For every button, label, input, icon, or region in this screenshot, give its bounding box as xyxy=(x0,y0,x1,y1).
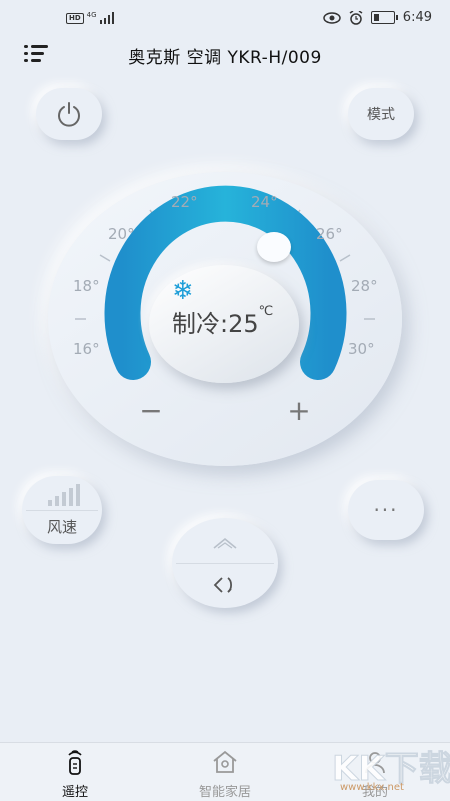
tick-16: 16° xyxy=(73,340,100,358)
status-bar: HD 4G 6:49 xyxy=(0,0,450,40)
home-icon xyxy=(213,750,237,773)
decrease-temp-button[interactable]: − xyxy=(138,396,164,426)
mode-temperature-readout: 制冷:25℃ xyxy=(172,304,274,338)
wind-speed-button[interactable]: 风速 xyxy=(22,476,102,544)
tick-22: 22° xyxy=(171,193,198,211)
hd-badge: HD xyxy=(66,12,84,24)
temperature-slider-handle[interactable] xyxy=(257,232,291,262)
status-left: HD 4G xyxy=(66,11,114,24)
swing-up-icon[interactable] xyxy=(210,534,240,552)
temperature-value: 25 xyxy=(228,310,259,338)
signal-icon xyxy=(99,12,114,24)
battery-icon xyxy=(370,11,398,24)
swing-direction-icon[interactable] xyxy=(212,574,238,596)
tab-remote-label: 遥控 xyxy=(61,785,88,800)
wind-bars-icon xyxy=(48,484,80,506)
alarm-icon xyxy=(349,10,363,25)
header: 奥克斯 空调 YKR-H/009 xyxy=(0,40,450,70)
tick-24: 24° xyxy=(251,193,278,211)
tab-smart-home-label: 智能家居 xyxy=(198,785,251,800)
eye-icon xyxy=(323,11,341,24)
page-title: 奥克斯 空调 YKR-H/009 xyxy=(128,48,322,68)
snowflake-icon: ❄ xyxy=(172,276,194,306)
tick-20: 20° xyxy=(108,225,135,243)
network-label: 4G xyxy=(86,11,97,19)
remote-icon xyxy=(68,750,82,775)
tick-26: 26° xyxy=(316,225,343,243)
tab-smart-home[interactable]: 智能家居 xyxy=(175,743,275,801)
mode-button[interactable]: 模式 xyxy=(348,88,414,140)
status-time: 6:49 xyxy=(402,10,432,25)
tick-28: 28° xyxy=(351,277,378,295)
swing-control[interactable] xyxy=(172,518,278,608)
mode-text: 制冷 xyxy=(172,310,220,338)
tick-30: 30° xyxy=(348,340,375,358)
tick-18: 18° xyxy=(73,277,100,295)
more-button[interactable]: ··· xyxy=(348,480,424,540)
power-button[interactable] xyxy=(36,88,102,140)
tab-remote[interactable]: 遥控 xyxy=(25,743,125,801)
status-right: 6:49 xyxy=(323,10,432,25)
watermark-url: www.kkx.net xyxy=(340,782,404,793)
temperature-unit: ℃ xyxy=(258,304,274,319)
wind-speed-label: 风速 xyxy=(46,518,77,536)
increase-temp-button[interactable]: + xyxy=(286,396,312,426)
power-icon xyxy=(58,102,80,127)
